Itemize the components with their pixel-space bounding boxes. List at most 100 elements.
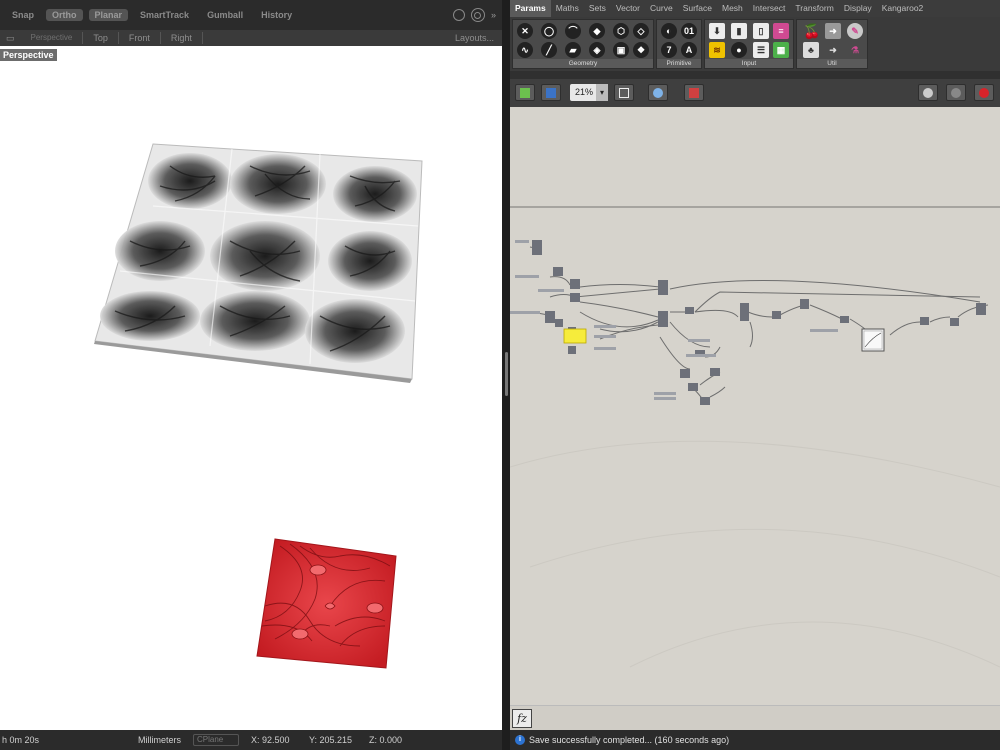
grid-icon[interactable]: ▭ xyxy=(0,33,21,44)
tab-vector[interactable]: Vector xyxy=(611,0,645,17)
arrow-icon[interactable]: ➜ xyxy=(825,23,841,39)
cplane-select[interactable]: CPlane xyxy=(193,734,239,746)
layouts-menu[interactable]: Layouts... xyxy=(455,33,494,43)
arc-param-icon[interactable]: ⌒ xyxy=(565,23,581,39)
snap-toggle[interactable]: Snap xyxy=(6,9,40,21)
field-param-icon[interactable]: ▣ xyxy=(613,42,629,58)
toggle-icon[interactable]: ▯ xyxy=(753,23,769,39)
geometry-param-icon[interactable]: ❖ xyxy=(633,42,649,58)
eye-icon xyxy=(653,88,663,98)
gh-tab-bar: Params Maths Sets Vector Curve Surface M… xyxy=(510,0,1000,17)
tab-mesh[interactable]: Mesh xyxy=(717,0,748,17)
grasshopper-window: Params Maths Sets Vector Curve Surface M… xyxy=(510,0,1000,750)
zoom-extents-button[interactable] xyxy=(614,84,634,101)
curve-param-icon[interactable]: ∿ xyxy=(517,42,533,58)
line-param-icon[interactable]: ╱ xyxy=(541,42,557,58)
plane-param-icon[interactable]: ▰ xyxy=(565,42,581,58)
text-param-icon[interactable]: A xyxy=(681,42,697,58)
target-icon[interactable] xyxy=(470,8,485,22)
brep-param-icon[interactable]: ⬡ xyxy=(613,23,629,39)
back-icon[interactable] xyxy=(452,9,465,21)
tab-display[interactable]: Display xyxy=(839,0,877,17)
gh-canvas[interactable] xyxy=(510,107,1000,705)
group-util: 🍒 ➜ ✎ ♣ ➜ ⚗ Util xyxy=(796,19,868,69)
tab-curve[interactable]: Curve xyxy=(645,0,678,17)
info-icon: i xyxy=(515,735,525,745)
group-label-util: Util xyxy=(797,59,867,68)
knob-icon[interactable]: ● xyxy=(731,42,747,58)
tab-intersect[interactable]: Intersect xyxy=(748,0,791,17)
tab-surface[interactable]: Surface xyxy=(678,0,717,17)
rss-icon[interactable]: ≋ xyxy=(709,42,725,58)
wire-icon xyxy=(951,88,961,98)
tab-kangaroo2[interactable]: Kangaroo2 xyxy=(877,0,929,17)
history-toggle[interactable]: History xyxy=(255,9,298,21)
wire-display-button[interactable] xyxy=(946,84,966,101)
group-input: ⬇ ▮ ▯ ≡ ≋ ● ☰ ▦ Input xyxy=(704,19,794,69)
viewport-scene xyxy=(94,143,423,669)
expand-icon[interactable]: » xyxy=(491,10,496,20)
zoom-select[interactable]: 21% xyxy=(570,84,608,101)
viewport-tabs: ▭ Perspective Top Front Right Layouts... xyxy=(0,30,502,46)
component-graph xyxy=(510,206,1000,668)
sketch-button[interactable] xyxy=(918,84,938,101)
paint-button[interactable] xyxy=(684,84,704,101)
surface-param-icon[interactable]: ◈ xyxy=(589,42,605,58)
yellow-panel[interactable] xyxy=(563,328,587,344)
tab-perspective[interactable]: Perspective xyxy=(21,32,84,44)
save-button[interactable] xyxy=(541,84,561,101)
ortho-toggle[interactable]: Ortho xyxy=(46,9,83,21)
graph-mapper[interactable] xyxy=(861,328,885,352)
planar-toggle[interactable]: Planar xyxy=(88,9,129,21)
preview-mode-button[interactable] xyxy=(974,84,994,101)
integer-param-icon[interactable]: 01 xyxy=(681,23,697,39)
smarttrack-toggle[interactable]: SmartTrack xyxy=(134,9,195,21)
new-file-button[interactable] xyxy=(515,84,535,101)
status-message: Save successfully completed... (160 seco… xyxy=(529,735,730,745)
x-coordinate: X: 92.500 xyxy=(251,735,290,745)
button-icon[interactable]: ▮ xyxy=(731,23,747,39)
circle-param-icon[interactable]: ◯ xyxy=(541,23,557,39)
group-label-primitive: Primitive xyxy=(657,59,701,68)
divider-handle[interactable] xyxy=(505,352,508,396)
fx-button[interactable]: fz xyxy=(512,709,532,728)
mesh-param-icon[interactable]: ◇ xyxy=(633,23,649,39)
y-coordinate: Y: 205.215 xyxy=(309,735,353,745)
arrow-right-icon[interactable]: ➜ xyxy=(825,42,841,58)
rhino-toolbar: Snap Ortho Planar SmartTrack Gumball His… xyxy=(0,0,502,30)
flask-icon[interactable]: ⚗ xyxy=(847,42,863,58)
tab-params[interactable]: Params xyxy=(510,0,551,17)
tab-maths[interactable]: Maths xyxy=(551,0,584,17)
gradient-icon[interactable]: ≡ xyxy=(773,23,789,39)
preview-button[interactable] xyxy=(648,84,668,101)
group-geometry: ✕ ◯ ⌒ ◆ ⬡ ◇ ∿ ╱ ▰ ◈ ▣ ❖ Geometry xyxy=(512,19,654,69)
rhino-window: Snap Ortho Planar SmartTrack Gumball His… xyxy=(0,0,502,750)
gumball-toggle[interactable]: Gumball xyxy=(201,9,249,21)
tab-sets[interactable]: Sets xyxy=(584,0,611,17)
wrench-icon[interactable]: ✎ xyxy=(847,23,863,39)
pattern-slab xyxy=(94,143,423,383)
zoom-extents-icon xyxy=(619,88,629,98)
save-icon xyxy=(546,88,556,98)
image-sampler-icon[interactable]: ▦ xyxy=(773,42,789,58)
units-label[interactable]: Millimeters xyxy=(138,735,181,745)
tab-transform[interactable]: Transform xyxy=(790,0,838,17)
sketch-icon xyxy=(923,88,933,98)
elapsed-time: h 0m 20s xyxy=(2,735,40,745)
tab-right[interactable]: Right xyxy=(161,32,203,44)
group-label-input: Input xyxy=(705,59,793,68)
boolean-param-icon[interactable]: ◐ xyxy=(661,23,677,39)
point-param-icon[interactable]: ✕ xyxy=(517,23,533,39)
box-param-icon[interactable]: ◆ xyxy=(589,23,605,39)
list-icon[interactable]: ☰ xyxy=(753,42,769,58)
perspective-viewport[interactable]: Perspective xyxy=(0,46,502,730)
new-file-icon xyxy=(520,88,530,98)
panel-icon[interactable]: ⬇ xyxy=(709,23,725,39)
gh-ribbon: ✕ ◯ ⌒ ◆ ⬡ ◇ ∿ ╱ ▰ ◈ ▣ ❖ Geometry ◐ 01 7 … xyxy=(510,17,1000,71)
cherry-icon[interactable]: 🍒 xyxy=(803,23,820,39)
tab-top[interactable]: Top xyxy=(83,32,119,44)
number-param-icon[interactable]: 7 xyxy=(661,42,677,58)
tree-icon[interactable]: ♣ xyxy=(803,42,819,58)
tab-front[interactable]: Front xyxy=(119,32,161,44)
ribbon-separator xyxy=(510,71,1000,79)
